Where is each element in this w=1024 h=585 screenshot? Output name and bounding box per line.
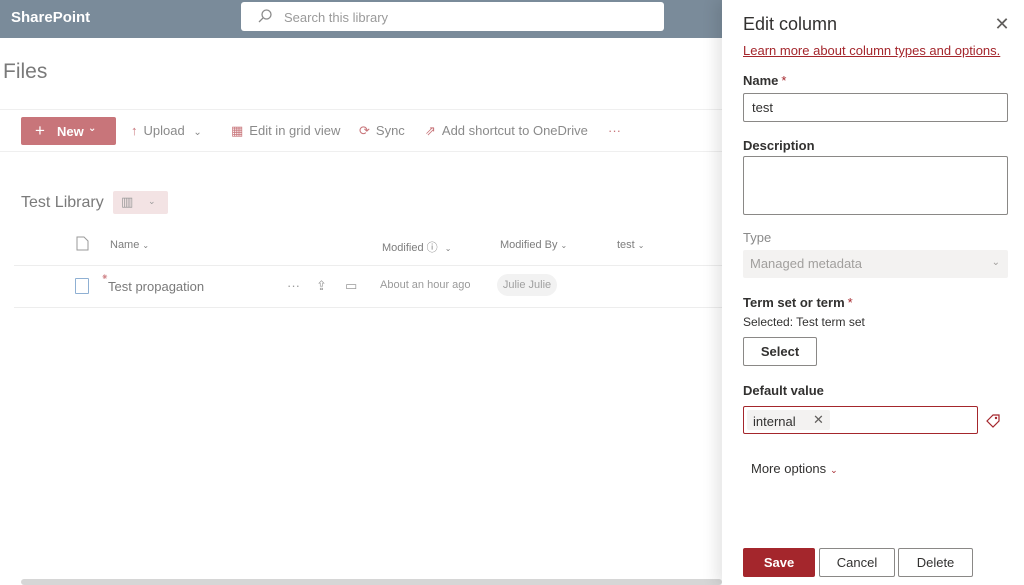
plus-icon: +: [35, 121, 45, 140]
more-options-label: More options: [751, 461, 827, 476]
folder-icon[interactable]: ▭: [345, 278, 357, 294]
type-select-value: Managed metadata: [750, 256, 863, 271]
chevron-down-icon: ⌄: [148, 196, 156, 206]
search-box[interactable]: Search this library: [241, 2, 664, 31]
column-header-modified[interactable]: Modified ⓘ ⌄: [382, 239, 451, 255]
description-field[interactable]: [743, 156, 1008, 215]
chevron-down-icon: ⌄: [142, 241, 150, 250]
column-header-modified-by[interactable]: Modified By ⌄: [500, 239, 567, 251]
page-file-icon: [75, 278, 89, 294]
view-switcher-button[interactable]: ▥ ⌄: [113, 191, 168, 214]
column-header-test-label: test: [617, 239, 635, 251]
chevron-down-icon: ⌄: [444, 244, 452, 253]
share-icon[interactable]: ⇪: [316, 278, 327, 294]
column-header-name-label: Name: [110, 239, 140, 251]
chevron-down-icon: ⌄: [88, 123, 97, 134]
selected-value: Test term set: [796, 315, 865, 329]
term-tag-label: internal: [753, 414, 796, 429]
chevron-down-icon: ⌄: [193, 127, 202, 138]
modified-cell: About an hour ago: [380, 279, 471, 291]
remove-tag-icon[interactable]: ✕: [813, 412, 824, 428]
panel-title: Edit column: [743, 14, 838, 34]
chevron-down-icon: ⌄: [637, 241, 645, 250]
new-button[interactable]: + New ⌄: [21, 117, 116, 145]
learn-more-link[interactable]: Learn more about column types and option…: [743, 43, 1000, 58]
chevron-down-icon: ⌄: [560, 241, 568, 250]
termset-label-text: Term set or term: [743, 295, 845, 310]
type-label: Type: [743, 230, 772, 245]
termset-label: Term set or term *: [743, 295, 853, 310]
edit-grid-label: Edit in grid view: [249, 123, 341, 138]
delete-button[interactable]: Delete: [898, 548, 973, 577]
library-icon: ▥: [121, 194, 134, 209]
modified-by-pill[interactable]: Julie Julie: [497, 274, 557, 296]
new-button-label: New: [57, 124, 84, 139]
edit-grid-button[interactable]: ▦ Edit in grid view: [231, 123, 340, 139]
sync-label: Sync: [375, 123, 405, 138]
divider: [0, 151, 722, 152]
search-input[interactable]: Search this library: [284, 10, 388, 25]
more-options-button[interactable]: More options ⌄: [751, 461, 838, 476]
upload-label: Upload: [143, 123, 185, 138]
library-title: Test Library: [21, 194, 104, 211]
edit-column-panel: Edit column ✕ Learn more about column ty…: [722, 0, 1024, 585]
default-value-label: Default value: [743, 383, 824, 398]
add-shortcut-label: Add shortcut to OneDrive: [441, 123, 588, 138]
cancel-button[interactable]: Cancel: [819, 548, 895, 577]
selected-termset: Selected: Test term set: [743, 315, 865, 329]
sync-button[interactable]: ⟳ Sync: [359, 123, 405, 139]
info-icon: ⓘ: [426, 242, 438, 254]
description-label: Description: [743, 138, 815, 153]
column-header-name[interactable]: Name ⌄: [110, 239, 149, 251]
default-value-field[interactable]: internal ✕: [743, 406, 978, 434]
divider: [14, 265, 722, 266]
name-label-text: Name: [743, 73, 779, 88]
more-commands-button[interactable]: ···: [608, 123, 621, 138]
name-field[interactable]: test: [743, 93, 1008, 122]
required-marker: *: [781, 73, 787, 88]
horizontal-scrollbar[interactable]: [21, 579, 722, 585]
tag-icon[interactable]: [985, 413, 1001, 429]
save-button[interactable]: Save: [743, 548, 815, 577]
file-type-icon: [76, 236, 89, 251]
grid-icon: ▦: [231, 123, 244, 138]
term-tag: internal ✕: [747, 410, 830, 430]
column-header-test[interactable]: test ⌄: [617, 239, 645, 251]
divider: [0, 109, 722, 110]
column-header-modified-label: Modified: [382, 242, 424, 254]
file-name-link[interactable]: Test propagation: [108, 279, 204, 294]
selected-prefix: Selected:: [743, 315, 794, 329]
sync-icon: ⟳: [359, 123, 370, 138]
required-marker: *: [847, 295, 853, 310]
upload-button[interactable]: ↑ Upload ⌄: [131, 123, 202, 138]
search-icon: [258, 9, 272, 23]
select-button[interactable]: Select: [743, 337, 817, 366]
page-title: Files: [3, 60, 48, 83]
column-header-modified-by-label: Modified By: [500, 239, 558, 251]
sharepoint-brand-link[interactable]: SharePoint: [11, 9, 90, 26]
chevron-down-icon: ⌄: [830, 465, 838, 475]
shortcut-icon: ⇗: [425, 123, 436, 138]
close-icon[interactable]: ✕: [992, 14, 1012, 34]
chevron-down-icon: ⌄: [991, 257, 1000, 268]
more-actions-icon[interactable]: ···: [287, 278, 300, 293]
type-select: Managed metadata ⌄: [743, 250, 1008, 278]
upload-icon: ↑: [131, 123, 138, 138]
add-shortcut-button[interactable]: ⇗ Add shortcut to OneDrive: [425, 123, 588, 139]
name-label: Name *: [743, 73, 786, 88]
divider: [14, 307, 722, 308]
